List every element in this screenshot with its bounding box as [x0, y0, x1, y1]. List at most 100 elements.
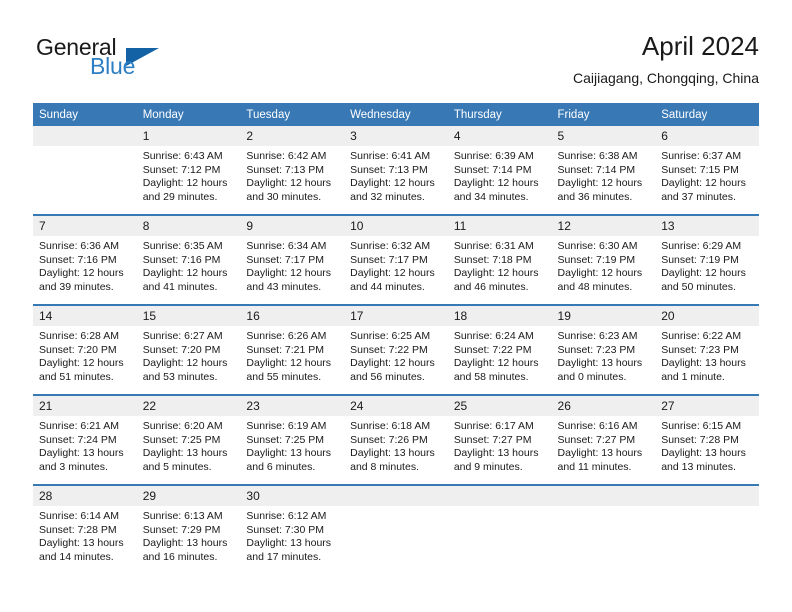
day-number: 14 — [33, 306, 137, 326]
day-cell[interactable]: Sunrise: 6:35 AM Sunset: 7:16 PM Daylight:… — [136, 236, 241, 304]
day-cell[interactable]: Sunrise: 6:29 AM Sunset: 7:19 PM Daylight:… — [655, 236, 759, 304]
day-number: 20 — [655, 306, 759, 326]
day-detail-line: Daylight: 12 hours — [246, 267, 332, 280]
day-number: 28 — [33, 486, 137, 506]
day-detail-line: Sunrise: 6:23 AM — [557, 330, 638, 342]
day-cell[interactable]: Sunrise: 6:36 AM Sunset: 7:16 PM Daylight:… — [33, 236, 137, 304]
day-cell[interactable]: Sunrise: 6:31 AM Sunset: 7:18 PM Daylight:… — [447, 236, 552, 304]
day-detail-line: Sunset: 7:14 PM — [557, 163, 636, 176]
day-detail-line: and 9 minutes. — [453, 460, 523, 473]
day-cell[interactable]: Sunrise: 6:22 AM Sunset: 7:23 PM Daylight:… — [655, 326, 759, 394]
day-detail-line: Daylight: 12 hours — [246, 357, 332, 370]
day-detail-line: Sunrise: 6:32 AM — [350, 240, 431, 252]
day-cell[interactable]: Sunrise: 6:13 AM Sunset: 7:29 PM Daylight:… — [136, 506, 241, 574]
day-detail-line: Sunset: 7:29 PM — [142, 523, 221, 536]
day-detail-line: Sunset: 7:28 PM — [39, 523, 117, 536]
day-detail-line: Daylight: 13 hours — [350, 447, 435, 460]
day-cell[interactable]: Sunrise: 6:25 AM Sunset: 7:22 PM Daylight:… — [344, 326, 448, 394]
day-number: 21 — [33, 396, 137, 416]
day-cell[interactable]: Sunrise: 6:27 AM Sunset: 7:20 PM Daylight:… — [136, 326, 241, 394]
day-detail-line: Sunrise: 6:28 AM — [39, 330, 119, 342]
day-number: 6 — [655, 126, 759, 146]
day-detail-line: Daylight: 12 hours — [453, 357, 539, 370]
day-detail-line: Sunset: 7:17 PM — [246, 253, 325, 266]
day-detail-line: and 53 minutes. — [142, 370, 218, 383]
day-detail-line: Daylight: 13 hours — [557, 447, 643, 460]
week-daynumber-row: 14 15 16 17 18 19 20 — [33, 306, 759, 326]
day-detail-line: Sunset: 7:13 PM — [350, 163, 428, 176]
day-detail-line: Sunset: 7:23 PM — [557, 343, 636, 356]
day-detail-line: Sunrise: 6:29 AM — [661, 240, 742, 252]
weekday-header-saturday: Saturday — [655, 103, 759, 126]
day-cell[interactable]: Sunrise: 6:39 AM Sunset: 7:14 PM Daylight:… — [447, 146, 552, 214]
week-daynumber-row: 7 8 9 10 11 12 13 — [33, 216, 759, 236]
day-detail-line: Sunset: 7:16 PM — [39, 253, 117, 266]
day-detail-line: and 8 minutes. — [350, 460, 419, 473]
day-number: 26 — [551, 396, 656, 416]
day-number: 22 — [136, 396, 241, 416]
day-cell[interactable]: Sunrise: 6:20 AM Sunset: 7:25 PM Daylight:… — [136, 416, 241, 484]
day-cell[interactable]: Sunrise: 6:17 AM Sunset: 7:27 PM Daylight:… — [447, 416, 552, 484]
week-detail-row: Sunrise: 6:36 AM Sunset: 7:16 PM Daylight:… — [33, 236, 759, 304]
empty-day-cell — [551, 506, 656, 574]
day-detail-line: and 58 minutes. — [453, 370, 529, 383]
day-detail-line: and 3 minutes. — [39, 460, 108, 473]
day-cell[interactable]: Sunrise: 6:34 AM Sunset: 7:17 PM Daylight:… — [240, 236, 345, 304]
day-detail-line: Sunrise: 6:30 AM — [557, 240, 638, 252]
general-blue-logo: General Blue — [33, 34, 263, 90]
day-detail-line: Sunset: 7:30 PM — [246, 523, 325, 536]
day-cell[interactable]: Sunrise: 6:18 AM Sunset: 7:26 PM Daylight:… — [344, 416, 448, 484]
day-detail-line: Daylight: 13 hours — [39, 537, 124, 550]
day-cell[interactable]: Sunrise: 6:41 AM Sunset: 7:13 PM Daylight:… — [344, 146, 448, 214]
day-detail-line: Sunrise: 6:43 AM — [142, 150, 223, 162]
day-detail-line: Sunset: 7:18 PM — [453, 253, 532, 266]
day-cell[interactable]: Sunrise: 6:14 AM Sunset: 7:28 PM Daylight:… — [33, 506, 137, 574]
day-detail-line: Daylight: 12 hours — [350, 267, 435, 280]
day-cell[interactable]: Sunrise: 6:16 AM Sunset: 7:27 PM Daylight:… — [551, 416, 656, 484]
day-number: 27 — [655, 396, 759, 416]
day-cell[interactable]: Sunrise: 6:23 AM Sunset: 7:23 PM Daylight:… — [551, 326, 656, 394]
day-detail-line: Sunrise: 6:20 AM — [142, 420, 223, 432]
day-detail-line: and 34 minutes. — [453, 190, 529, 203]
day-cell[interactable]: Sunrise: 6:28 AM Sunset: 7:20 PM Daylight:… — [33, 326, 137, 394]
weekday-header-thursday: Thursday — [447, 103, 552, 126]
empty-day-number — [344, 486, 448, 506]
day-detail-line: Sunrise: 6:36 AM — [39, 240, 119, 252]
day-cell[interactable]: Sunrise: 6:43 AM Sunset: 7:12 PM Daylight:… — [136, 146, 241, 214]
day-detail-line: Sunrise: 6:16 AM — [557, 420, 638, 432]
day-cell[interactable]: Sunrise: 6:12 AM Sunset: 7:30 PM Daylight:… — [240, 506, 345, 574]
day-detail-line: Sunset: 7:27 PM — [453, 433, 532, 446]
page-header: General Blue April 2024 Caijiagang, Chon… — [33, 30, 759, 92]
day-detail-line: Sunrise: 6:18 AM — [350, 420, 431, 432]
day-detail-line: and 41 minutes. — [142, 280, 218, 293]
day-detail-line: Sunset: 7:28 PM — [661, 433, 739, 446]
day-detail-line: and 56 minutes. — [350, 370, 425, 383]
empty-day-number — [655, 486, 759, 506]
day-detail-line: Sunset: 7:25 PM — [142, 433, 221, 446]
day-cell[interactable]: Sunrise: 6:26 AM Sunset: 7:21 PM Daylight:… — [240, 326, 345, 394]
calendar-table: Sunday Monday Tuesday Wednesday Thursday Frid… — [33, 103, 759, 574]
day-cell[interactable]: Sunrise: 6:24 AM Sunset: 7:22 PM Daylight:… — [447, 326, 552, 394]
day-cell[interactable]: Sunrise: 6:30 AM Sunset: 7:19 PM Daylight:… — [551, 236, 656, 304]
day-detail-line: Daylight: 13 hours — [142, 537, 228, 550]
day-detail-line: Sunset: 7:21 PM — [246, 343, 325, 356]
day-cell[interactable]: Sunrise: 6:42 AM Sunset: 7:13 PM Daylight:… — [240, 146, 345, 214]
day-number: 13 — [655, 216, 759, 236]
day-detail-line: Daylight: 13 hours — [246, 537, 332, 550]
day-detail-line: Sunrise: 6:41 AM — [350, 150, 431, 162]
day-number: 4 — [447, 126, 552, 146]
day-detail-line: Sunrise: 6:35 AM — [142, 240, 223, 252]
day-cell[interactable]: Sunrise: 6:19 AM Sunset: 7:25 PM Daylight:… — [240, 416, 345, 484]
day-number: 25 — [447, 396, 552, 416]
day-cell[interactable]: Sunrise: 6:21 AM Sunset: 7:24 PM Daylight:… — [33, 416, 137, 484]
day-cell[interactable]: Sunrise: 6:15 AM Sunset: 7:28 PM Daylight:… — [655, 416, 759, 484]
day-detail-line: Sunset: 7:13 PM — [246, 163, 325, 176]
day-detail-line: and 11 minutes. — [557, 460, 632, 473]
day-cell[interactable]: Sunrise: 6:37 AM Sunset: 7:15 PM Daylight:… — [655, 146, 759, 214]
day-detail-line: Sunrise: 6:24 AM — [453, 330, 534, 342]
day-detail-line: Sunset: 7:20 PM — [142, 343, 221, 356]
day-detail-line: Sunrise: 6:25 AM — [350, 330, 431, 342]
page-title: April 2024 — [641, 31, 759, 61]
day-cell[interactable]: Sunrise: 6:38 AM Sunset: 7:14 PM Daylight:… — [551, 146, 656, 214]
day-cell[interactable]: Sunrise: 6:32 AM Sunset: 7:17 PM Daylight:… — [344, 236, 448, 304]
